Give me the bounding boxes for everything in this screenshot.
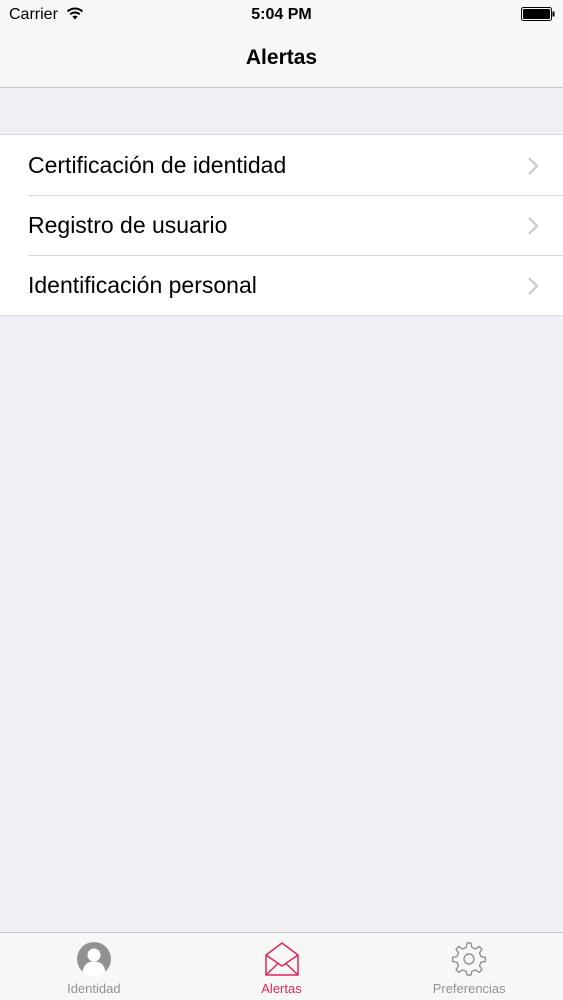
list-item-registro[interactable]: Registro de usuario: [0, 195, 563, 255]
envelope-icon: [264, 942, 299, 976]
alerts-list: Certificación de identidad Registro de u…: [0, 134, 563, 316]
tab-identidad[interactable]: Identidad: [0, 933, 188, 1000]
tab-label: Alertas: [261, 981, 302, 996]
tab-preferencias[interactable]: Preferencias: [375, 933, 563, 1000]
chevron-right-icon: [528, 277, 539, 295]
battery-icon: [521, 7, 555, 21]
chevron-right-icon: [528, 217, 539, 235]
tab-alertas[interactable]: Alertas: [188, 933, 376, 1000]
clock: 5:04 PM: [251, 6, 312, 23]
chevron-right-icon: [528, 157, 539, 175]
list-item-label: Certificación de identidad: [28, 152, 287, 178]
tab-label: Preferencias: [432, 981, 506, 996]
status-bar: Carrier 5:04 PM: [0, 0, 563, 30]
tab-bar: Identidad Alertas Preferencias: [0, 932, 563, 1000]
tab-label: Identidad: [67, 981, 121, 996]
list-item-certificacion[interactable]: Certificación de identidad: [0, 135, 563, 195]
top-bar: Carrier 5:04 PM Alertas: [0, 0, 563, 88]
list-item-label: Registro de usuario: [28, 212, 228, 238]
list-item-identificacion[interactable]: Identificación personal: [0, 255, 563, 315]
person-icon: [76, 942, 111, 977]
list-item-label: Identificación personal: [28, 272, 257, 298]
page-title: Alertas: [245, 46, 318, 69]
gear-icon: [452, 942, 487, 976]
